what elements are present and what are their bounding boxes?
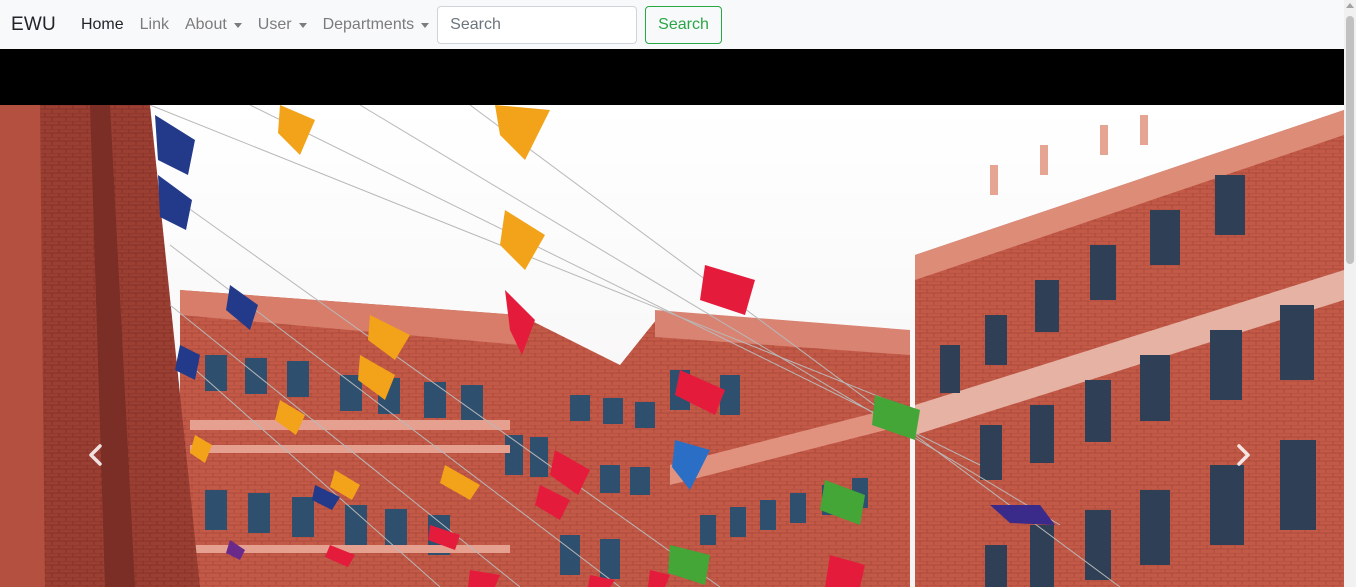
nav-item-label: Departments [322,15,415,33]
navbar: EWU Home Link About User Departments Sea… [0,0,1344,49]
carousel [0,105,1344,587]
search-button[interactable]: Search [645,5,722,44]
chevron-right-icon [1237,444,1250,466]
nav-item-label: Link [139,15,169,33]
carousel-prev-control[interactable] [84,440,108,470]
caret-down-icon [298,22,307,28]
chevron-left-icon [89,444,102,466]
nav-item-user-dropdown[interactable]: User [258,16,307,34]
caret-down-icon [233,22,242,28]
page-scrollbar[interactable] [1344,0,1356,587]
caret-down-icon [421,22,430,28]
nav-item-about-dropdown[interactable]: About [185,16,242,34]
scroll-up-icon[interactable] [1346,3,1354,8]
campus-building-photo [0,105,1344,587]
nav-item-label: Home [80,15,124,33]
nav-item-label: About [184,15,227,33]
nav-item-home[interactable]: Home [81,16,124,34]
search-input[interactable] [437,5,638,44]
nav-item-departments-dropdown[interactable]: Departments [323,16,430,34]
nav-item-link[interactable]: Link [140,16,169,34]
nav-item-label: User [257,15,292,33]
carousel-next-control[interactable] [1231,440,1255,470]
carousel-top-band [0,49,1344,105]
scrollbar-thumb[interactable] [1346,16,1354,264]
navbar-brand[interactable]: EWU [11,14,56,36]
